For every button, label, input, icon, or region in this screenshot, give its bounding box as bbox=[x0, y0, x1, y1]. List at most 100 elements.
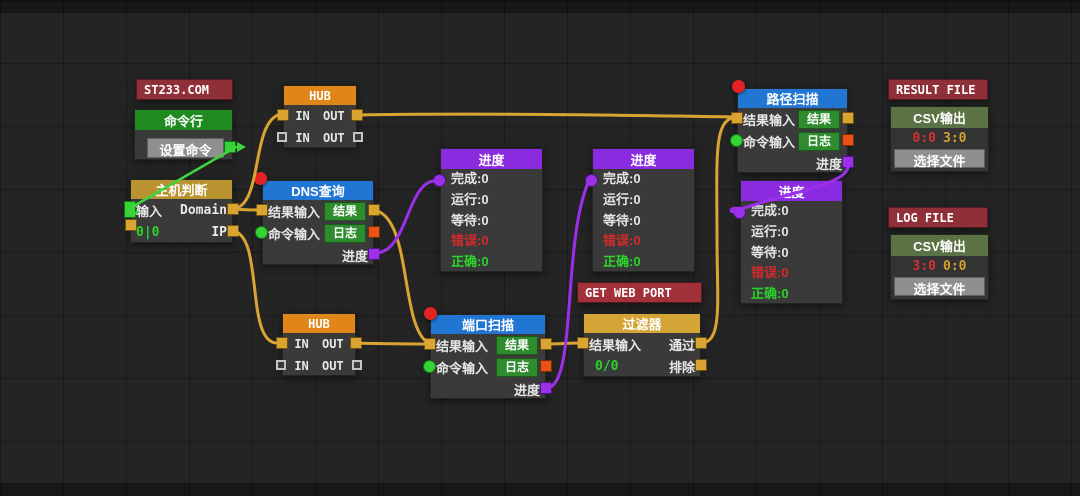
result-button[interactable]: 结果 bbox=[798, 110, 840, 129]
ip-output-socket[interactable] bbox=[227, 225, 239, 237]
hub-in-socket-empty[interactable] bbox=[277, 132, 287, 142]
progress-output-label: 进度 bbox=[514, 380, 540, 399]
hub-in-socket[interactable] bbox=[277, 109, 289, 121]
command-input-socket-green[interactable] bbox=[255, 226, 268, 239]
command-line-title: 命令行 bbox=[135, 110, 232, 130]
command-input-socket-green[interactable] bbox=[730, 134, 743, 147]
row-exclude: 0/0 排除 bbox=[584, 355, 700, 377]
ip-label: IP bbox=[211, 225, 227, 240]
log-button[interactable]: 日志 bbox=[496, 358, 538, 377]
dns-query-title: DNS查询 bbox=[263, 181, 373, 200]
result-output-socket[interactable] bbox=[540, 338, 552, 350]
log-output-socket[interactable] bbox=[540, 360, 552, 372]
wire-filter-pass-to-path-scan[interactable] bbox=[701, 117, 737, 343]
canvas-bottom-edge bbox=[0, 483, 1080, 496]
hub-row-label: IN OUT bbox=[295, 131, 344, 145]
choose-file-button[interactable]: 选择文件 bbox=[894, 277, 985, 296]
node-progress-port[interactable]: 进度 完成:0 运行:0 等待:0 错误:0 正确:0 bbox=[592, 148, 695, 272]
status-dot-red bbox=[424, 307, 437, 320]
node-log-csv[interactable]: CSV输出 3:0 0:0 选择文件 bbox=[890, 234, 989, 300]
progress-output-socket[interactable] bbox=[368, 248, 380, 260]
progress-input-socket[interactable] bbox=[733, 206, 746, 219]
progress-correct: 正确:0 bbox=[741, 284, 842, 305]
get-web-port-title: GET WEB PORT bbox=[585, 286, 672, 300]
progress-error: 错误:0 bbox=[741, 263, 842, 284]
node-log-file-label[interactable]: LOG FILE bbox=[888, 207, 988, 228]
node-result-file-label[interactable]: RESULT FILE bbox=[888, 79, 988, 100]
row-domain: 输入 Domain bbox=[131, 199, 232, 221]
log-button[interactable]: 日志 bbox=[798, 132, 840, 151]
csv-counts: 3:0 0:0 bbox=[891, 256, 988, 277]
hub-out-socket-empty[interactable] bbox=[353, 132, 363, 142]
path-scan-title: 路径扫描 bbox=[738, 89, 847, 108]
row-command: 命令输入 日志 bbox=[263, 222, 373, 244]
node-progress-path[interactable]: 进度 完成:0 运行:0 等待:0 错误:0 正确:0 bbox=[740, 180, 843, 304]
wire-dns-result-to-port-scan[interactable] bbox=[374, 210, 430, 344]
result-output-socket[interactable] bbox=[842, 112, 854, 124]
node-port-scan[interactable]: 端口扫描 结果输入 结果 命令输入 日志 进度 bbox=[430, 314, 546, 399]
wire-hub-top-to-path-scan[interactable] bbox=[357, 114, 737, 117]
node-filter[interactable]: 过滤器 结果输入 通过 0/0 排除 bbox=[583, 313, 701, 377]
progress-waiting: 等待:0 bbox=[593, 211, 694, 232]
result-input-label: 结果输入 bbox=[743, 110, 798, 129]
wire-hub-bottom-to-port-scan[interactable] bbox=[356, 343, 430, 344]
hub-in-socket-empty[interactable] bbox=[276, 360, 286, 370]
hub-row-2: IN OUT bbox=[284, 127, 356, 149]
node-editor-canvas[interactable]: ST233.COM 命令行 设置命令 主机判断 输入 Domain 0|0 IP… bbox=[0, 0, 1080, 496]
command-input-label: 命令输入 bbox=[743, 132, 798, 151]
node-result-csv[interactable]: CSV输出 0:0 3:0 选择文件 bbox=[890, 106, 989, 172]
log-button[interactable]: 日志 bbox=[324, 224, 366, 243]
node-progress-dns[interactable]: 进度 完成:0 运行:0 等待:0 错误:0 正确:0 bbox=[440, 148, 543, 272]
hub-out-socket[interactable] bbox=[350, 337, 362, 349]
hub-row-2: IN OUT bbox=[283, 355, 355, 377]
result-button[interactable]: 结果 bbox=[496, 336, 538, 355]
hub-row-1: IN OUT bbox=[284, 105, 356, 127]
progress-error: 错误:0 bbox=[441, 231, 542, 252]
hub-title: HUB bbox=[284, 86, 356, 105]
csv-output-title: CSV输出 bbox=[891, 107, 988, 128]
hub-in-socket[interactable] bbox=[276, 337, 288, 349]
row-command: 命令输入 日志 bbox=[431, 356, 545, 378]
node-host-check[interactable]: 主机判断 输入 Domain 0|0 IP bbox=[130, 179, 233, 243]
filter-counter: 0/0 bbox=[589, 359, 669, 374]
log-output-socket[interactable] bbox=[842, 134, 854, 146]
filter-input-socket[interactable] bbox=[577, 337, 589, 349]
progress-running: 运行:0 bbox=[593, 190, 694, 211]
set-command-button[interactable]: 设置命令 bbox=[147, 138, 224, 158]
wire-dns-progress[interactable] bbox=[374, 181, 434, 253]
progress-input-socket[interactable] bbox=[585, 174, 598, 187]
hub-row-1: IN OUT bbox=[283, 333, 355, 355]
domain-output-socket[interactable] bbox=[227, 203, 239, 215]
input-label: 输入 bbox=[136, 201, 180, 220]
choose-file-button[interactable]: 选择文件 bbox=[894, 149, 985, 168]
node-path-scan[interactable]: 路径扫描 结果输入 结果 命令输入 日志 进度 bbox=[737, 88, 848, 173]
command-input-socket-green[interactable] bbox=[423, 360, 436, 373]
node-hub-top[interactable]: HUB IN OUT IN OUT bbox=[283, 85, 357, 148]
hub-out-socket[interactable] bbox=[351, 109, 363, 121]
exclude-output-socket[interactable] bbox=[695, 359, 707, 371]
row-command: 命令输入 日志 bbox=[738, 130, 847, 152]
result-output-socket[interactable] bbox=[368, 204, 380, 216]
result-input-socket[interactable] bbox=[256, 204, 268, 216]
node-get-web-port-label[interactable]: GET WEB PORT bbox=[577, 282, 702, 303]
hub-out-socket-empty[interactable] bbox=[352, 360, 362, 370]
progress-running: 运行:0 bbox=[441, 190, 542, 211]
result-input-socket[interactable] bbox=[424, 338, 436, 350]
port-scan-title: 端口扫描 bbox=[431, 315, 545, 334]
node-command-line[interactable]: 命令行 设置命令 bbox=[134, 109, 233, 160]
progress-output-socket[interactable] bbox=[842, 156, 854, 168]
progress-waiting: 等待:0 bbox=[441, 211, 542, 232]
progress-output-label: 进度 bbox=[342, 246, 368, 265]
pass-output-socket[interactable] bbox=[695, 337, 707, 349]
node-hub-bottom[interactable]: HUB IN OUT IN OUT bbox=[282, 313, 356, 376]
command-output-socket[interactable] bbox=[224, 141, 236, 153]
result-button[interactable]: 结果 bbox=[324, 202, 366, 221]
result-input-socket[interactable] bbox=[731, 112, 743, 124]
node-dns-query[interactable]: DNS查询 结果输入 结果 命令输入 日志 进度 bbox=[262, 180, 374, 265]
progress-output-socket[interactable] bbox=[540, 382, 552, 394]
node-st233-label[interactable]: ST233.COM bbox=[136, 79, 233, 100]
st233-title: ST233.COM bbox=[144, 83, 209, 97]
log-output-socket[interactable] bbox=[368, 226, 380, 238]
result-file-title: RESULT FILE bbox=[896, 83, 975, 97]
progress-input-socket[interactable] bbox=[433, 174, 446, 187]
